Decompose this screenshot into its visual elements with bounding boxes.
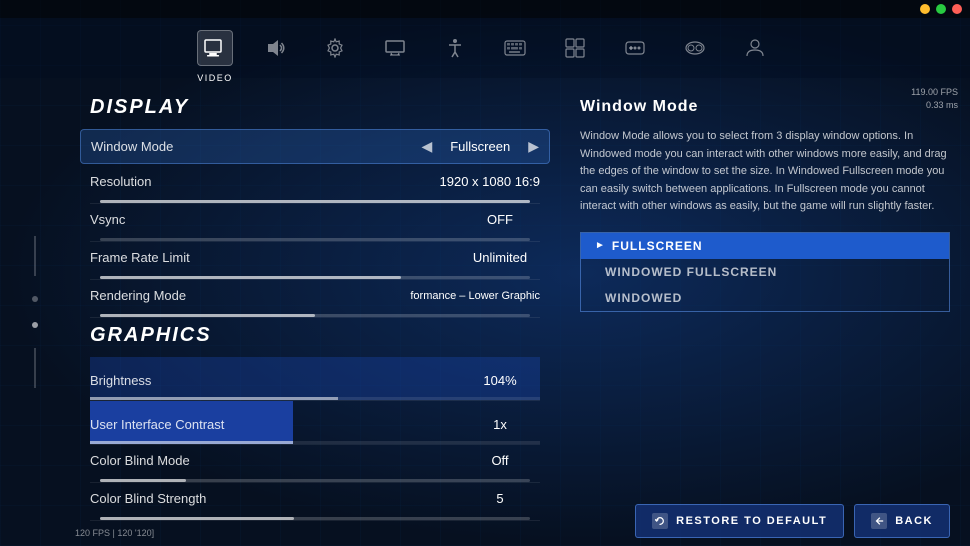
info-title: Window Mode	[580, 98, 950, 116]
window-mode-next[interactable]: ▶	[528, 138, 539, 155]
window-mode-dropdown[interactable]: ► FULLSCREEN WINDOWED FULLSCREEN WINDOWE…	[580, 232, 950, 312]
rendering-value: formance – Lower Graphic	[290, 290, 540, 302]
rendering-slider[interactable]	[100, 314, 530, 317]
color-blind-mode-text: Off	[460, 453, 540, 468]
dropdown-option-windowed[interactable]: WINDOWED	[581, 285, 949, 311]
sidebar-dot-1	[32, 296, 38, 302]
rendering-label: Rendering Mode	[90, 288, 290, 303]
vsync-text: OFF	[460, 212, 540, 227]
brightness-value: 104%	[290, 373, 540, 388]
dropdown-option-fullscreen[interactable]: ► FULLSCREEN	[581, 233, 949, 259]
nav-audio[interactable]	[257, 30, 293, 66]
dropdown-option-windowed-label: WINDOWED	[605, 291, 682, 305]
settings-panel: DISPLAY Window Mode ◀ Fullscreen ▶ Resol…	[70, 78, 560, 546]
nav-settings[interactable]	[317, 30, 353, 66]
resolution-text: 1920 x 1080 16:9	[440, 174, 540, 189]
info-panel: 119.00 FPS0.33 ms Window Mode Window Mod…	[560, 78, 970, 546]
nav-video[interactable]: VIDEO	[197, 30, 233, 66]
info-text: Window Mode allows you to select from 3 …	[580, 128, 950, 216]
window-mode-prev[interactable]: ◀	[421, 138, 432, 155]
fps-counter: 119.00 FPS0.33 ms	[911, 86, 958, 111]
rendering-text: formance – Lower Graphic	[410, 290, 540, 302]
frame-rate-label: Frame Rate Limit	[90, 250, 290, 265]
brightness-row[interactable]: Brightness 104%	[90, 357, 540, 401]
resolution-row[interactable]: Resolution 1920 x 1080 16:9	[90, 166, 540, 204]
resolution-slider[interactable]	[100, 200, 530, 203]
color-blind-mode-value: Off	[290, 453, 540, 468]
color-blind-mode-row[interactable]: Color Blind Mode Off	[90, 445, 540, 483]
vsync-slider[interactable]	[100, 238, 530, 241]
resolution-label: Resolution	[90, 174, 290, 189]
nav-keybinds[interactable]	[497, 30, 533, 66]
vsync-row[interactable]: Vsync OFF	[90, 204, 540, 242]
window-mode-label: Window Mode	[91, 139, 291, 154]
restore-default-button[interactable]: RESTORE TO DEFAULT	[635, 504, 844, 538]
nav-controller[interactable]	[677, 30, 713, 66]
nav-display[interactable]	[377, 30, 413, 66]
frame-rate-text: Unlimited	[460, 250, 540, 265]
restore-label: RESTORE TO DEFAULT	[676, 515, 827, 527]
frame-rate-slider[interactable]	[100, 276, 530, 279]
minimize-btn[interactable]	[920, 4, 930, 14]
maximize-btn[interactable]	[936, 4, 946, 14]
sidebar-dot-2	[32, 322, 38, 328]
window-mode-row[interactable]: Window Mode ◀ Fullscreen ▶	[80, 129, 550, 164]
main-content: DISPLAY Window Mode ◀ Fullscreen ▶ Resol…	[70, 78, 970, 546]
nav-accessibility[interactable]	[437, 30, 473, 66]
nav-game[interactable]	[617, 30, 653, 66]
restore-icon	[652, 513, 668, 529]
sidebar-line-top	[34, 236, 36, 276]
back-label: BACK	[895, 515, 933, 527]
window-chrome	[0, 0, 970, 18]
dropdown-option-windowed-fullscreen-label: WINDOWED FULLSCREEN	[605, 265, 777, 279]
close-btn[interactable]	[952, 4, 962, 14]
nav-account[interactable]	[737, 30, 773, 66]
frame-rate-row[interactable]: Frame Rate Limit Unlimited	[90, 242, 540, 280]
resolution-value: 1920 x 1080 16:9	[290, 174, 540, 189]
rendering-row[interactable]: Rendering Mode formance – Lower Graphic	[90, 280, 540, 318]
dropdown-arrow-icon: ►	[595, 240, 606, 251]
ui-contrast-text: 1x	[460, 417, 540, 432]
vsync-label: Vsync	[90, 212, 290, 227]
back-icon	[871, 513, 887, 529]
window-mode-text: Fullscreen	[440, 139, 520, 154]
bottom-bar: RESTORE TO DEFAULT BACK	[0, 496, 970, 546]
sidebar	[0, 78, 70, 546]
ui-contrast-value: 1x	[290, 417, 540, 432]
graphics-section-title: GRAPHICS	[90, 324, 540, 347]
ui-contrast-row[interactable]: User Interface Contrast 1x	[90, 401, 540, 445]
brightness-label: Brightness	[90, 373, 290, 388]
color-blind-mode-label: Color Blind Mode	[90, 453, 290, 468]
nav-network[interactable]	[557, 30, 593, 66]
display-section-title: DISPLAY	[90, 96, 540, 119]
brightness-text: 104%	[460, 373, 540, 388]
frame-rate-value: Unlimited	[290, 250, 540, 265]
top-nav: VIDEO	[0, 18, 970, 78]
back-button[interactable]: BACK	[854, 504, 950, 538]
dropdown-option-fullscreen-label: FULLSCREEN	[612, 239, 703, 253]
sidebar-line-bottom	[34, 348, 36, 388]
window-mode-value: ◀ Fullscreen ▶	[291, 138, 539, 155]
color-blind-mode-slider[interactable]	[100, 479, 530, 482]
ui-contrast-label: User Interface Contrast	[90, 417, 290, 432]
dropdown-option-windowed-fullscreen[interactable]: WINDOWED FULLSCREEN	[581, 259, 949, 285]
vsync-value: OFF	[290, 212, 540, 227]
